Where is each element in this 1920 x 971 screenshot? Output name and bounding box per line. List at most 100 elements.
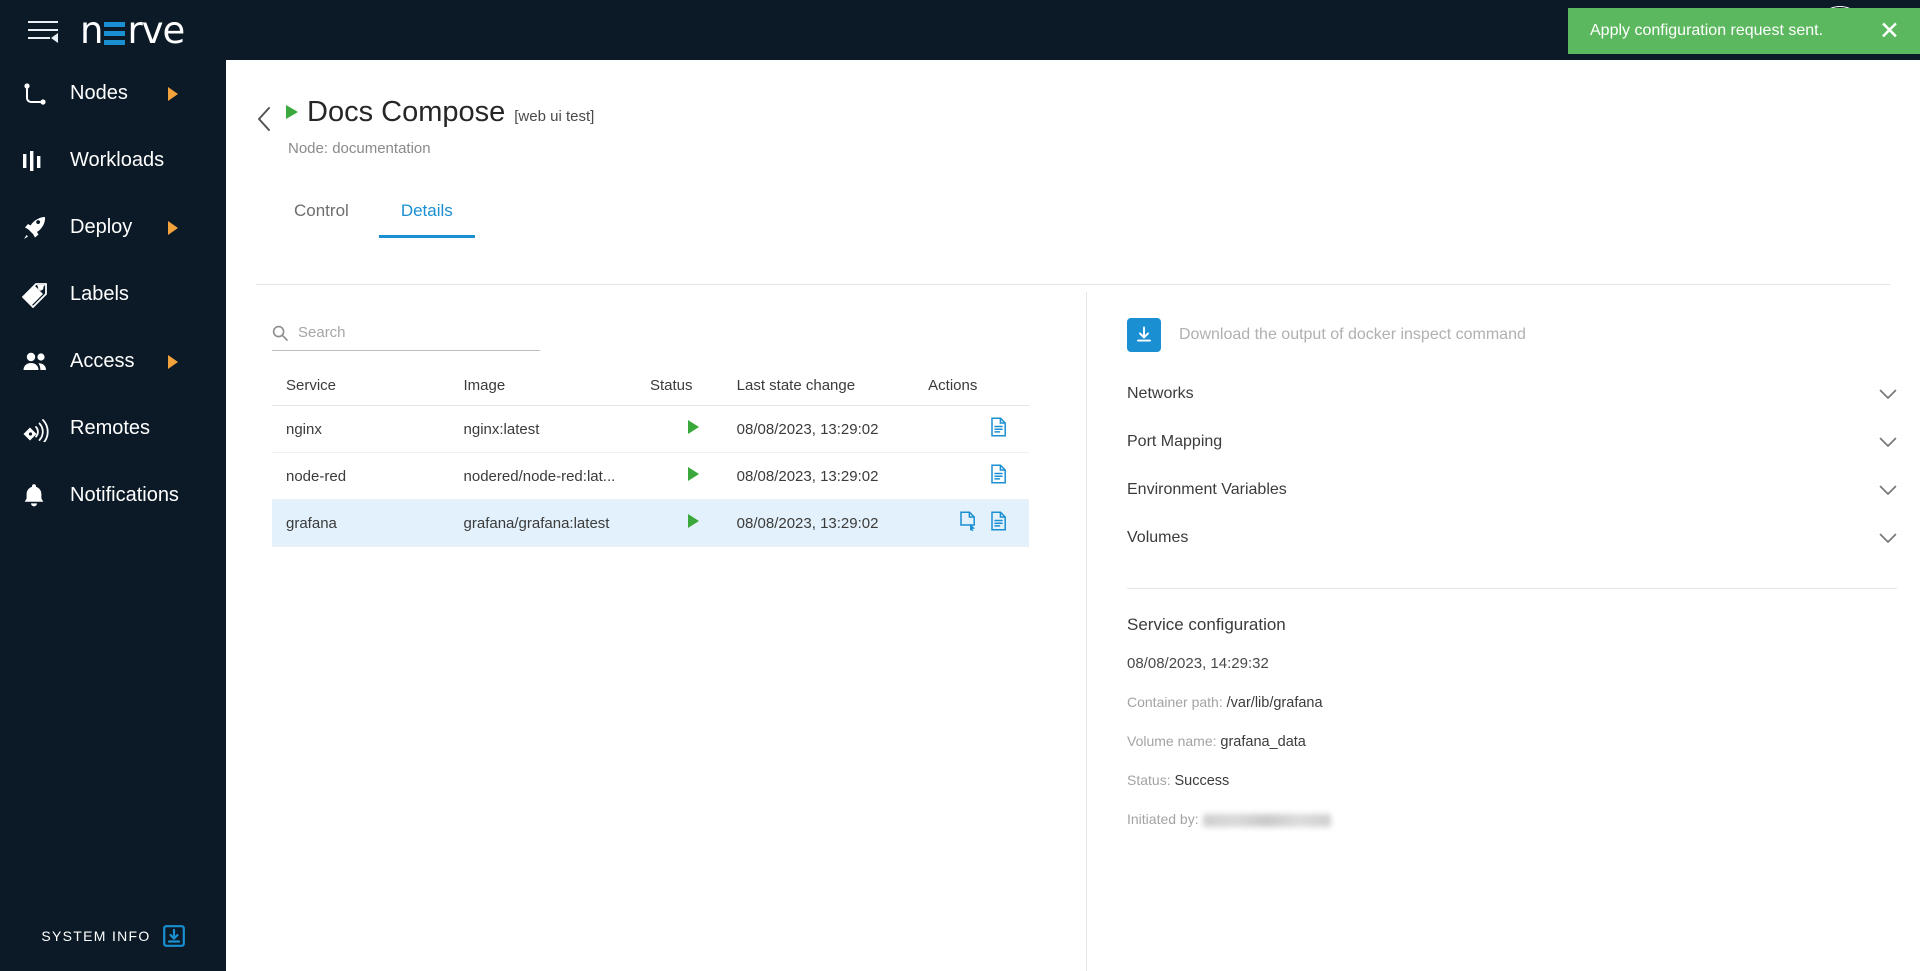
services-table: Service Image Status Last state change A… — [272, 377, 1029, 547]
download-inspect-row: Download the output of docker inspect co… — [1127, 318, 1920, 352]
nodes-icon — [22, 80, 58, 108]
table-row[interactable]: nginx nginx:latest 08/08/2023, 13:29:02 — [272, 406, 1029, 453]
status-label: Status: — [1127, 772, 1171, 788]
status-running-icon — [688, 420, 699, 434]
cell-image: nginx:latest — [464, 406, 650, 453]
sidebar-item-remotes[interactable]: Remotes — [0, 395, 226, 462]
chevron-down-icon — [1879, 485, 1897, 496]
accordion-networks[interactable]: Networks — [1127, 370, 1897, 418]
search-input[interactable] — [298, 324, 540, 341]
sidebar-item-workloads[interactable]: Workloads — [0, 127, 226, 194]
table-row[interactable]: grafana grafana/grafana:latest 08/08/202… — [272, 500, 1029, 547]
search-icon — [272, 325, 288, 346]
accordion-label: Environment Variables — [1127, 481, 1287, 499]
page-title: Docs Compose — [307, 96, 505, 129]
status-value: Success — [1174, 773, 1229, 789]
status-running-icon — [688, 514, 699, 528]
page-title-tag: [web ui test] — [514, 108, 594, 125]
cell-last-state-change: 08/08/2023, 13:29:02 — [737, 406, 929, 453]
initiated-by-redacted-value — [1203, 814, 1331, 827]
initiated-by-row: Initiated by: — [1127, 811, 1920, 827]
toast-notification: Apply configuration request sent. ✕ — [1568, 8, 1920, 54]
volume-name-row: Volume name: grafana_data — [1127, 733, 1920, 750]
document-icon[interactable] — [990, 511, 1007, 531]
tab-bar: Control Details — [272, 191, 1920, 238]
cell-image: grafana/grafana:latest — [464, 500, 650, 547]
bell-icon — [22, 482, 58, 510]
download-box-icon — [163, 925, 185, 947]
chevron-left-icon[interactable] — [256, 106, 272, 137]
system-info-button[interactable]: SYSTEM INFO — [0, 925, 226, 947]
toast-message: Apply configuration request sent. — [1590, 22, 1823, 40]
accordion-environment-variables[interactable]: Environment Variables — [1127, 466, 1897, 514]
hamburger-collapse-icon[interactable] — [28, 17, 58, 43]
chevron-down-icon — [1879, 437, 1897, 448]
column-header-status: Status — [650, 377, 737, 406]
sidebar-item-access[interactable]: Access — [0, 328, 226, 395]
cell-status — [650, 500, 737, 547]
logo-text-left: n — [80, 9, 102, 52]
logo-e-icon — [104, 22, 125, 45]
sidebar-item-labels[interactable]: Labels — [0, 261, 226, 328]
cell-actions — [928, 453, 1029, 500]
service-configuration-heading: Service configuration — [1127, 615, 1920, 635]
services-pane: Service Image Status Last state change A… — [226, 292, 1086, 971]
sidebar-item-label: Remotes — [70, 417, 150, 440]
tab-details[interactable]: Details — [379, 191, 475, 238]
document-icon[interactable] — [990, 417, 1007, 437]
column-header-last-state-change: Last state change — [737, 377, 929, 406]
cell-image: nodered/node-red:lat... — [464, 453, 650, 500]
sidebar: Nodes Workloads Deploy — [0, 60, 226, 971]
chevron-down-icon — [1879, 533, 1897, 544]
play-triangle-icon — [286, 105, 298, 119]
cell-actions — [928, 500, 1029, 547]
container-path-value: /var/lib/grafana — [1227, 695, 1323, 711]
sidebar-item-deploy[interactable]: Deploy — [0, 194, 226, 261]
workloads-icon — [22, 147, 58, 175]
container-path-row: Container path: /var/lib/grafana — [1127, 694, 1920, 711]
chevron-down-icon — [1879, 389, 1897, 400]
remote-icon — [22, 415, 58, 443]
cell-last-state-change: 08/08/2023, 13:29:02 — [737, 500, 929, 547]
users-icon — [22, 348, 58, 376]
tag-icon — [22, 281, 58, 309]
volume-name-value: grafana_data — [1220, 734, 1305, 750]
accordion-volumes[interactable]: Volumes — [1127, 514, 1897, 562]
node-label: Node: documentation — [288, 140, 594, 157]
main-content: Docs Compose [web ui test] Node: documen… — [226, 60, 1920, 971]
accordion-label: Volumes — [1127, 529, 1188, 547]
column-header-image: Image — [464, 377, 650, 406]
service-configuration-timestamp: 08/08/2023, 14:29:32 — [1127, 655, 1920, 672]
tab-control[interactable]: Control — [272, 191, 371, 238]
sidebar-item-label: Notifications — [70, 484, 179, 507]
table-row[interactable]: node-red nodered/node-red:lat... 08/08/2… — [272, 453, 1029, 500]
rocket-icon — [22, 214, 58, 242]
section-divider — [1127, 588, 1897, 589]
cell-service: nginx — [272, 406, 464, 453]
tab-baseline-divider — [256, 284, 1890, 285]
sidebar-item-label: Nodes — [70, 82, 128, 105]
cell-service: grafana — [272, 500, 464, 547]
sidebar-item-nodes[interactable]: Nodes — [0, 60, 226, 127]
accordion-label: Networks — [1127, 385, 1194, 403]
service-configuration: Service configuration 08/08/2023, 14:29:… — [1127, 615, 1920, 827]
sidebar-item-label: Deploy — [70, 216, 132, 239]
details-accordion: Networks Port Mapping Environment Variab… — [1127, 370, 1897, 562]
accordion-port-mapping[interactable]: Port Mapping — [1127, 418, 1897, 466]
document-icon[interactable] — [990, 464, 1007, 484]
search-box[interactable] — [272, 318, 540, 351]
container-path-label: Container path: — [1127, 694, 1223, 710]
sidebar-item-label: Labels — [70, 283, 129, 306]
details-pane: Download the output of docker inspect co… — [1086, 292, 1920, 971]
close-icon[interactable]: ✕ — [1879, 19, 1900, 44]
download-inspect-button[interactable] — [1127, 318, 1161, 352]
volume-name-label: Volume name: — [1127, 733, 1217, 749]
chevron-right-icon — [168, 87, 178, 101]
download-icon — [1134, 325, 1154, 345]
cell-service: node-red — [272, 453, 464, 500]
sidebar-item-label: Access — [70, 350, 134, 373]
sidebar-item-label: Workloads — [70, 149, 164, 172]
document-cursor-icon[interactable] — [959, 511, 976, 531]
sidebar-item-notifications[interactable]: Notifications — [0, 462, 226, 529]
cell-last-state-change: 08/08/2023, 13:29:02 — [737, 453, 929, 500]
